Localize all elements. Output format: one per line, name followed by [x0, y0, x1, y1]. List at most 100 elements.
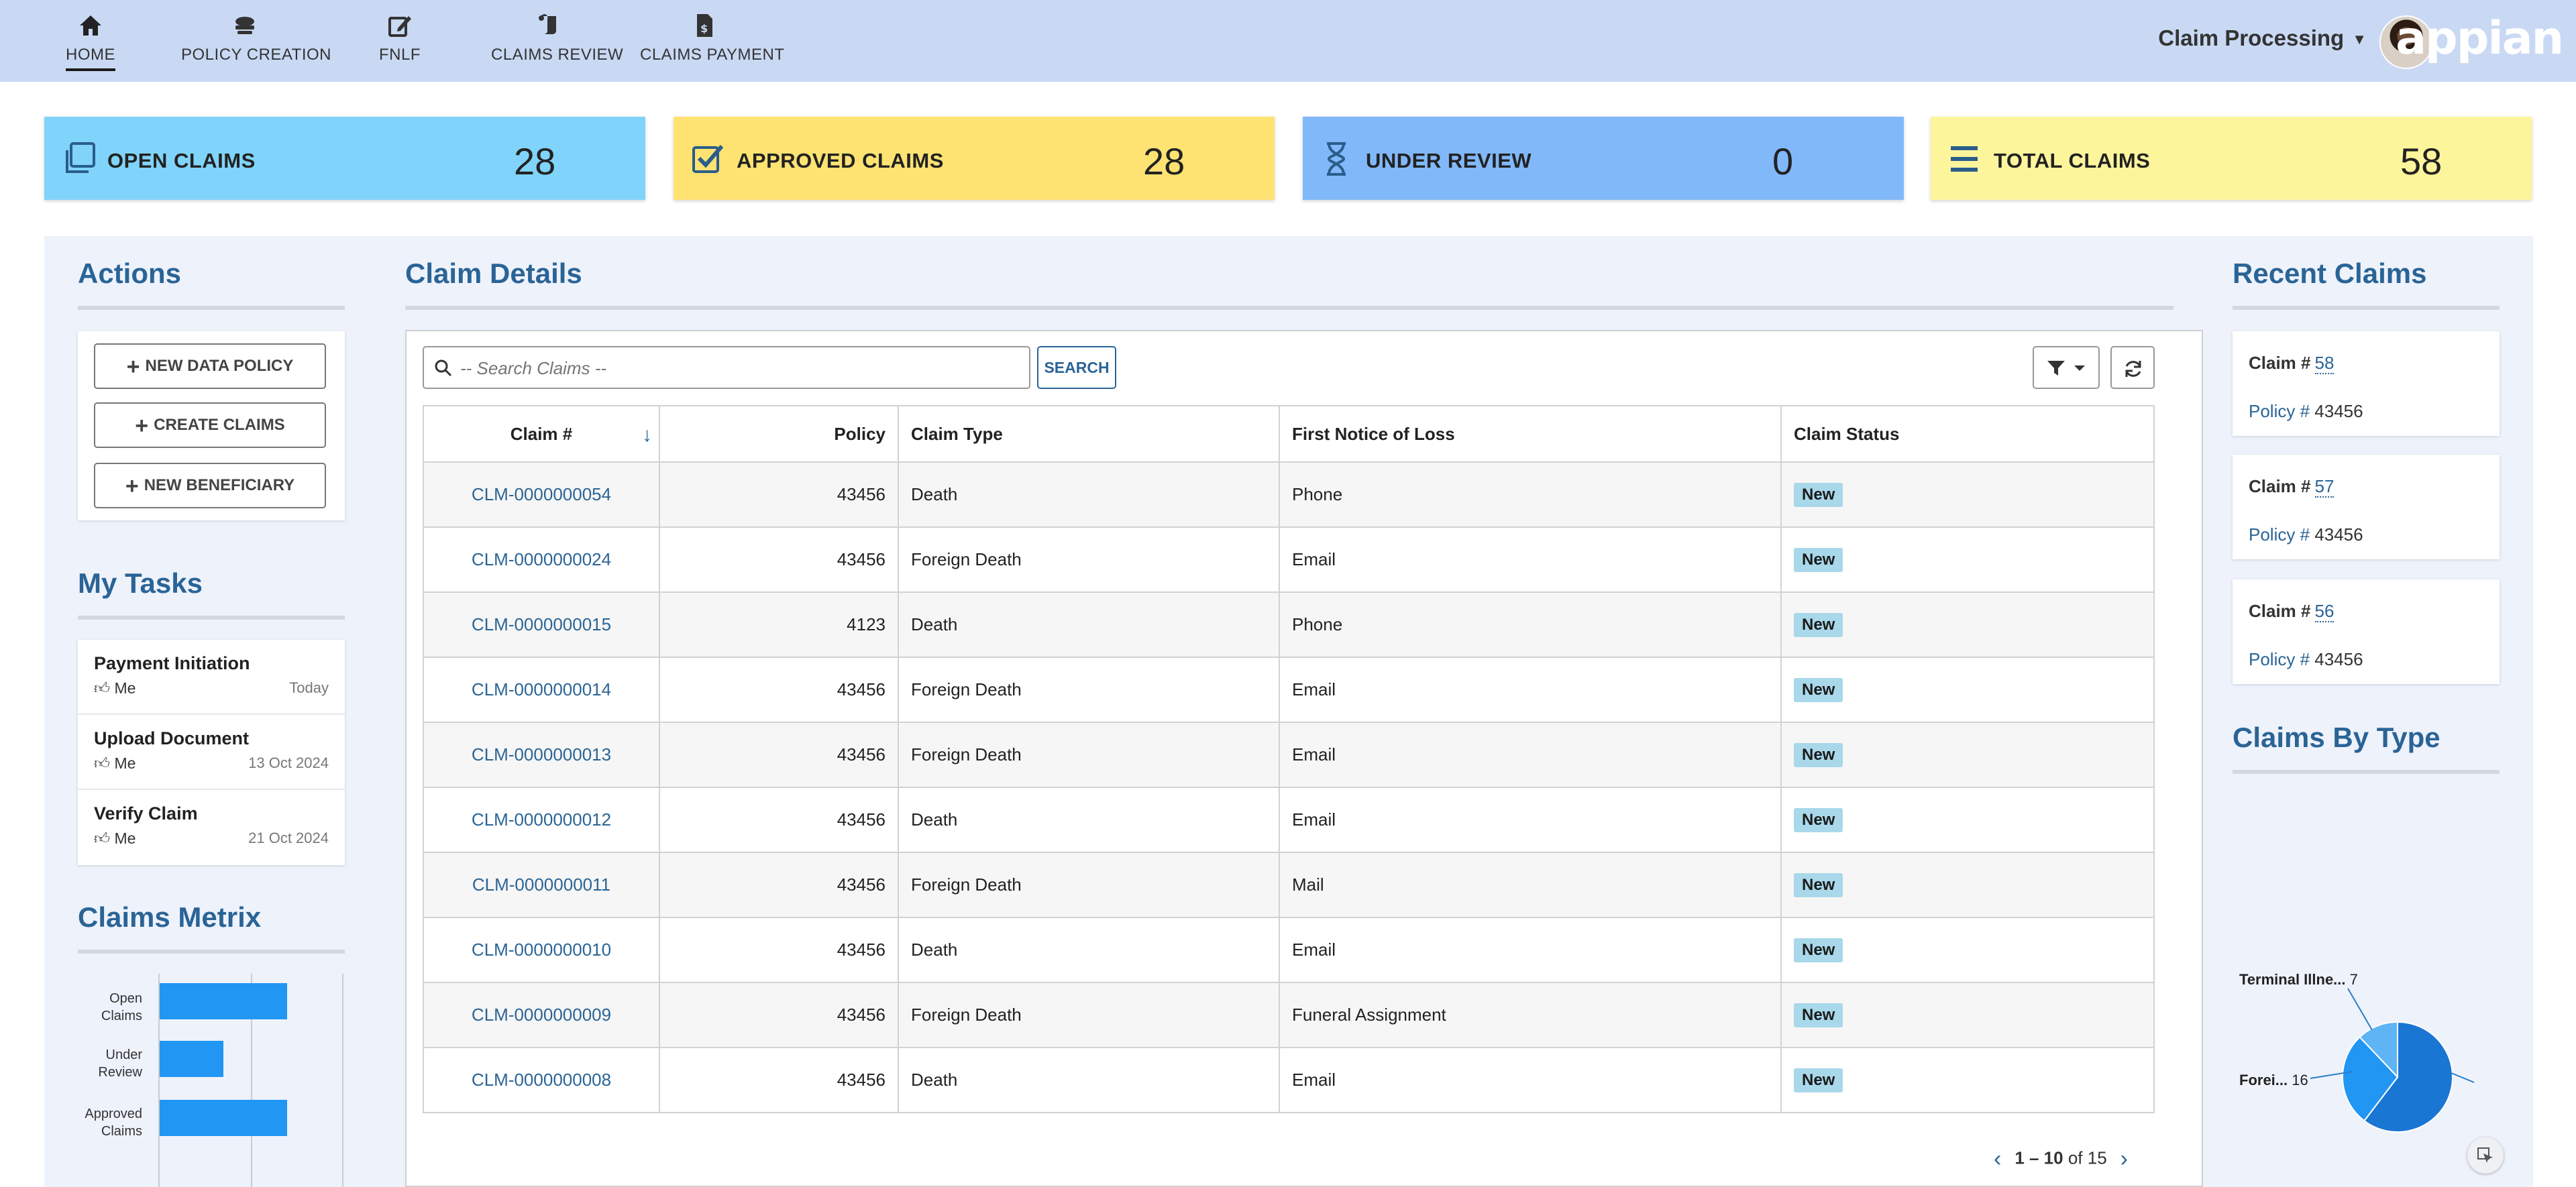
column-header-claim[interactable]: Claim # ↓: [423, 405, 660, 463]
nav-fnlf[interactable]: FNLF: [376, 9, 424, 70]
bar-approved-claims[interactable]: [160, 1100, 287, 1136]
bar-under-review[interactable]: [160, 1041, 223, 1077]
chevron-left-icon[interactable]: ‹: [1994, 1146, 2001, 1172]
task-item[interactable]: Payment Initiation 👍︎ Me Today: [94, 653, 329, 699]
top-navigation: HOME POLICY CREATION FNLF CLAIMS REVIEW …: [0, 0, 2576, 82]
table-row[interactable]: CLM-0000000009 43456 Foreign Death Funeral …: [423, 982, 2155, 1048]
bar-open-claims[interactable]: [160, 983, 287, 1019]
claim-number-link[interactable]: 58: [2314, 353, 2334, 374]
cell-claim: CLM-0000000011: [423, 852, 660, 918]
list-icon: [1951, 146, 1978, 172]
task-date: 21 Oct 2024: [248, 830, 329, 846]
header-label: Claim Type: [911, 423, 1003, 444]
kpi-open-claims[interactable]: OPEN CLAIMS 28: [44, 117, 645, 200]
column-header-policy[interactable]: Policy: [659, 405, 899, 463]
pie-label: Forei... 16: [2239, 1072, 2308, 1088]
filter-button[interactable]: [2033, 346, 2100, 389]
recent-claims-title: Recent Claims: [2233, 258, 2427, 289]
cell-fnol: Email: [1279, 917, 1782, 983]
create-claims-button[interactable]: + CREATE CLAIMS: [94, 402, 326, 448]
cell-status: New: [1780, 852, 2155, 918]
claim-link[interactable]: CLM-0000000008: [472, 1070, 611, 1090]
search-button[interactable]: SEARCH: [1037, 346, 1116, 389]
kpi-label: UNDER REVIEW: [1366, 149, 1532, 172]
cell-status: New: [1780, 657, 2155, 723]
column-header-claim-status[interactable]: Claim Status: [1780, 405, 2155, 463]
nav-claims-payment[interactable]: $ CLAIMS PAYMENT: [640, 9, 784, 70]
cell-claim: CLM-0000000013: [423, 722, 660, 788]
kpi-approved-claims[interactable]: APPROVED CLAIMS 28: [674, 117, 1275, 200]
appian-logo: appian: [2396, 12, 2564, 65]
table-row[interactable]: CLM-0000000010 43456 Death Email New: [423, 917, 2155, 983]
search-input[interactable]: [459, 355, 1018, 381]
recent-claim-card[interactable]: Claim #56 Policy # 43456: [2233, 579, 2500, 684]
table-row[interactable]: CLM-0000000014 43456 Foreign Death Email New: [423, 657, 2155, 723]
recent-claim-card[interactable]: Claim #57 Policy # 43456: [2233, 455, 2500, 559]
kpi-total-claims[interactable]: TOTAL CLAIMS 58: [1931, 117, 2532, 200]
cell-policy: 43456: [659, 1047, 899, 1113]
task-name: Upload Document: [94, 728, 250, 748]
claim-number-link[interactable]: 56: [2314, 601, 2334, 622]
new-data-policy-button[interactable]: + NEW DATA POLICY: [94, 343, 326, 389]
feedback-button[interactable]: [2467, 1137, 2504, 1174]
divider: [2233, 306, 2500, 310]
nav-home[interactable]: HOME: [66, 9, 115, 71]
cell-status: New: [1780, 982, 2155, 1048]
task-item[interactable]: Verify Claim 👍︎ Me 21 Oct 2024: [94, 803, 329, 850]
claim-link[interactable]: CLM-0000000011: [472, 874, 610, 895]
cell-status: New: [1780, 917, 2155, 983]
nav-label: HOME: [66, 46, 115, 71]
claim-link[interactable]: CLM-0000000014: [472, 679, 611, 699]
kpi-value: 28: [1143, 140, 1185, 182]
task-date: 13 Oct 2024: [248, 754, 329, 771]
column-header-fnol[interactable]: First Notice of Loss: [1279, 405, 1782, 463]
column-header-claim-type[interactable]: Claim Type: [898, 405, 1280, 463]
pagination: ‹ 1 – 10 of 15 ›: [1980, 1146, 2141, 1172]
status-badge: New: [1794, 1068, 1843, 1092]
cell-claim-type: Death: [898, 1047, 1280, 1113]
cell-claim: CLM-0000000024: [423, 526, 660, 593]
claim-details-title: Claim Details: [405, 258, 582, 289]
table-row[interactable]: CLM-0000000013 43456 Foreign Death Email New: [423, 722, 2155, 788]
status-badge: New: [1794, 807, 1843, 832]
cell-claim-type: Death: [898, 591, 1280, 658]
claim-link[interactable]: CLM-0000000010: [472, 940, 611, 960]
divider: [2233, 770, 2500, 774]
table-row[interactable]: CLM-0000000015 4123 Death Phone New: [423, 591, 2155, 658]
pie-label: Terminal Illne... 7: [2239, 971, 2358, 988]
bar-label: Approved Claims: [85, 1107, 142, 1139]
plus-icon: +: [135, 412, 149, 439]
bar-label: Open Claims: [101, 991, 142, 1023]
cell-policy: 43456: [659, 982, 899, 1048]
claim-number-link[interactable]: 57: [2314, 476, 2334, 498]
claim-link[interactable]: CLM-0000000013: [472, 744, 611, 765]
table-row[interactable]: CLM-0000000012 43456 Death Email New: [423, 787, 2155, 853]
nav-claims-review[interactable]: CLAIMS REVIEW: [491, 9, 623, 70]
workspace-selector[interactable]: Claim Processing ▼: [2158, 25, 2367, 51]
table-row[interactable]: CLM-0000000011 43456 Foreign Death Mail New: [423, 852, 2155, 918]
claim-link[interactable]: CLM-0000000015: [472, 614, 611, 634]
recent-claim-card[interactable]: Claim #58 Policy # 43456: [2233, 331, 2500, 436]
kpi-under-review[interactable]: UNDER REVIEW 0: [1303, 117, 1904, 200]
kpi-value: 28: [514, 140, 556, 182]
table-row[interactable]: CLM-0000000054 43456 Death Phone New: [423, 461, 2155, 528]
claim-link[interactable]: CLM-0000000054: [472, 484, 611, 504]
table-row[interactable]: CLM-0000000008 43456 Death Email New: [423, 1047, 2155, 1113]
invoice-icon: $: [640, 9, 769, 43]
copy-icon: [66, 142, 95, 173]
divider: [78, 789, 345, 790]
refresh-button[interactable]: [2110, 346, 2155, 389]
divider: [78, 714, 345, 715]
table-row[interactable]: CLM-0000000024 43456 Foreign Death Email New: [423, 526, 2155, 593]
kpi-value: 0: [1772, 140, 1794, 182]
nav-policy-creation[interactable]: POLICY CREATION: [181, 9, 331, 70]
task-name: Verify Claim: [94, 803, 198, 824]
new-beneficiary-button[interactable]: + NEW BENEFICIARY: [94, 463, 326, 508]
pie-leader-line: [2347, 988, 2373, 1031]
task-item[interactable]: Upload Document 👍︎ Me 13 Oct 2024: [94, 728, 329, 775]
claim-link[interactable]: CLM-0000000012: [472, 809, 611, 830]
claim-link[interactable]: CLM-0000000009: [472, 1005, 611, 1025]
chevron-right-icon[interactable]: ›: [2121, 1146, 2128, 1172]
status-badge: New: [1794, 547, 1843, 572]
claim-link[interactable]: CLM-0000000024: [472, 549, 611, 569]
